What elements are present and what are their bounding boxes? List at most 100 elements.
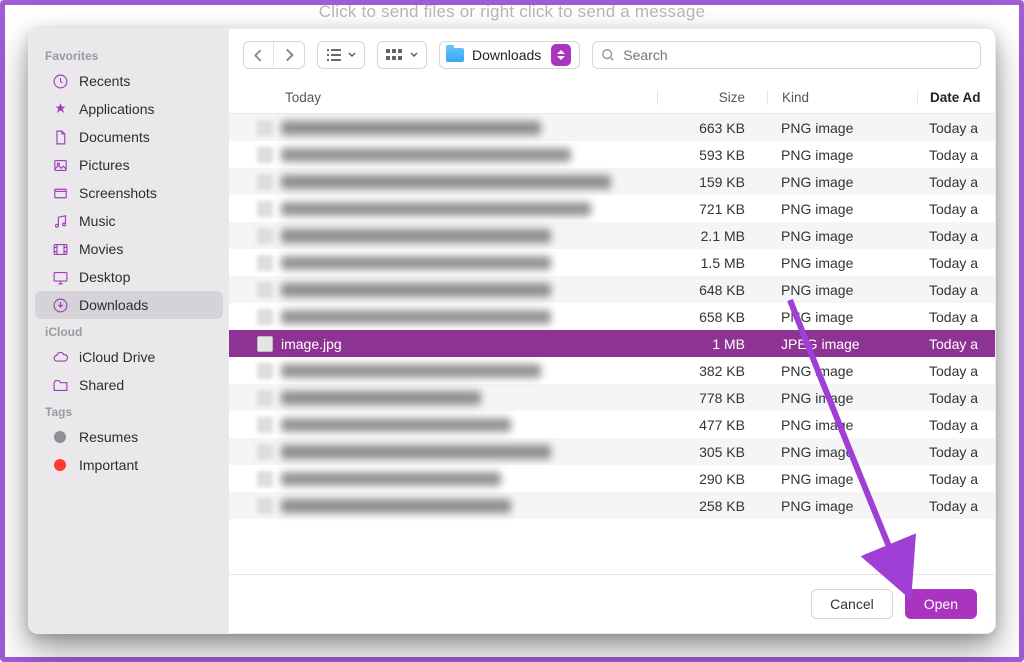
file-name-redacted [281, 256, 551, 270]
file-name-redacted [281, 202, 591, 216]
search-icon [601, 48, 615, 62]
table-row[interactable]: 663 KBPNG imageToday a [229, 114, 995, 141]
location-label: Downloads [472, 47, 541, 63]
cell-size: 2.1 MB [657, 228, 767, 244]
sidebar-item-recents[interactable]: Recents [35, 67, 223, 95]
sidebar-item-icloud-drive[interactable]: iCloud Drive [35, 343, 223, 371]
file-name-redacted [281, 121, 541, 135]
column-header-kind[interactable]: Kind [767, 90, 917, 105]
cell-size: 477 KB [657, 417, 767, 433]
recents-icon [51, 72, 69, 90]
group-by-button[interactable] [377, 41, 427, 69]
cell-date: Today a [917, 174, 995, 190]
column-header-date[interactable]: Date Ad [917, 90, 995, 105]
sidebar-item-label: Documents [79, 129, 150, 145]
sidebar-item-label: Shared [79, 377, 124, 393]
table-row[interactable]: 382 KBPNG imageToday a [229, 357, 995, 384]
file-name-redacted [281, 391, 481, 405]
applications-icon [51, 100, 69, 118]
cell-size: 778 KB [657, 390, 767, 406]
column-header-name[interactable]: Today [229, 90, 657, 105]
cell-kind: PNG image [767, 417, 917, 433]
table-row[interactable]: 305 KBPNG imageToday a [229, 438, 995, 465]
table-row[interactable]: 159 KBPNG imageToday a [229, 168, 995, 195]
table-row[interactable]: 778 KBPNG imageToday a [229, 384, 995, 411]
tag-icon [51, 428, 69, 446]
nav-forward-button[interactable] [274, 42, 304, 68]
file-name-redacted [281, 499, 511, 513]
cell-kind: PNG image [767, 498, 917, 514]
table-row[interactable]: 593 KBPNG imageToday a [229, 141, 995, 168]
file-icon [257, 174, 273, 190]
table-row[interactable]: image.jpg1 MBJPEG imageToday a [229, 330, 995, 357]
sidebar-item-label: Resumes [79, 429, 138, 445]
table-row[interactable]: 258 KBPNG imageToday a [229, 492, 995, 519]
file-icon [257, 444, 273, 460]
sidebar-item-music[interactable]: Music [35, 207, 223, 235]
search-input[interactable] [621, 46, 972, 64]
table-row[interactable]: 658 KBPNG imageToday a [229, 303, 995, 330]
file-icon [257, 120, 273, 136]
toolbar: Downloads [229, 29, 995, 82]
file-name-redacted [281, 310, 551, 324]
table-row[interactable]: 721 KBPNG imageToday a [229, 195, 995, 222]
cell-size: 258 KB [657, 498, 767, 514]
cell-date: Today a [917, 336, 995, 352]
cell-size: 648 KB [657, 282, 767, 298]
cell-size: 290 KB [657, 471, 767, 487]
movies-icon [51, 240, 69, 258]
open-button[interactable]: Open [905, 589, 977, 619]
sidebar-item-movies[interactable]: Movies [35, 235, 223, 263]
file-icon [257, 417, 273, 433]
sidebar-item-label: Movies [79, 241, 123, 257]
cell-kind: PNG image [767, 201, 917, 217]
sidebar-item-applications[interactable]: Applications [35, 95, 223, 123]
cell-size: 305 KB [657, 444, 767, 460]
sidebar-item-label: Important [79, 457, 138, 473]
table-header: Today Size Kind Date Ad [229, 82, 995, 114]
table-row[interactable]: 290 KBPNG imageToday a [229, 465, 995, 492]
cell-size: 593 KB [657, 147, 767, 163]
nav-back-forward [243, 41, 305, 69]
cell-kind: PNG image [767, 282, 917, 298]
nav-back-button[interactable] [244, 42, 274, 68]
cell-size: 1 MB [657, 336, 767, 352]
sidebar-item-shared[interactable]: Shared [35, 371, 223, 399]
file-icon [257, 498, 273, 514]
sidebar-item-important[interactable]: Important [35, 451, 223, 479]
table-row[interactable]: 1.5 MBPNG imageToday a [229, 249, 995, 276]
file-name-redacted [281, 229, 551, 243]
table-row[interactable]: 477 KBPNG imageToday a [229, 411, 995, 438]
sidebar-item-documents[interactable]: Documents [35, 123, 223, 151]
music-icon [51, 212, 69, 230]
sidebar-item-desktop[interactable]: Desktop [35, 263, 223, 291]
cancel-button[interactable]: Cancel [811, 589, 893, 619]
cell-date: Today a [917, 120, 995, 136]
main-panel: Downloads Today Size Kind Date Ad 663 KB… [229, 29, 995, 633]
column-header-size[interactable]: Size [657, 90, 767, 105]
screenshots-icon [51, 184, 69, 202]
cell-date: Today a [917, 498, 995, 514]
location-popup[interactable]: Downloads [439, 41, 580, 69]
cell-kind: PNG image [767, 228, 917, 244]
cell-date: Today a [917, 255, 995, 271]
view-list-button[interactable] [317, 41, 365, 69]
file-icon [257, 282, 273, 298]
sidebar: FavoritesRecentsApplications Documents Pic… [29, 29, 229, 633]
downloads-icon [51, 296, 69, 314]
cell-size: 663 KB [657, 120, 767, 136]
sidebar-item-pictures[interactable]: Pictures [35, 151, 223, 179]
desktop-icon [51, 268, 69, 286]
sidebar-item-resumes[interactable]: Resumes [35, 423, 223, 451]
sidebar-section-label: Favorites [29, 43, 229, 67]
folder-icon [446, 48, 464, 62]
cell-kind: PNG image [767, 444, 917, 460]
cell-kind: PNG image [767, 363, 917, 379]
file-name-redacted [281, 418, 511, 432]
search-field[interactable] [592, 41, 981, 69]
sidebar-item-downloads[interactable]: Downloads [35, 291, 223, 319]
table-row[interactable]: 648 KBPNG imageToday a [229, 276, 995, 303]
table-row[interactable]: 2.1 MBPNG imageToday a [229, 222, 995, 249]
sidebar-item-screenshots[interactable]: Screenshots [35, 179, 223, 207]
cell-date: Today a [917, 363, 995, 379]
